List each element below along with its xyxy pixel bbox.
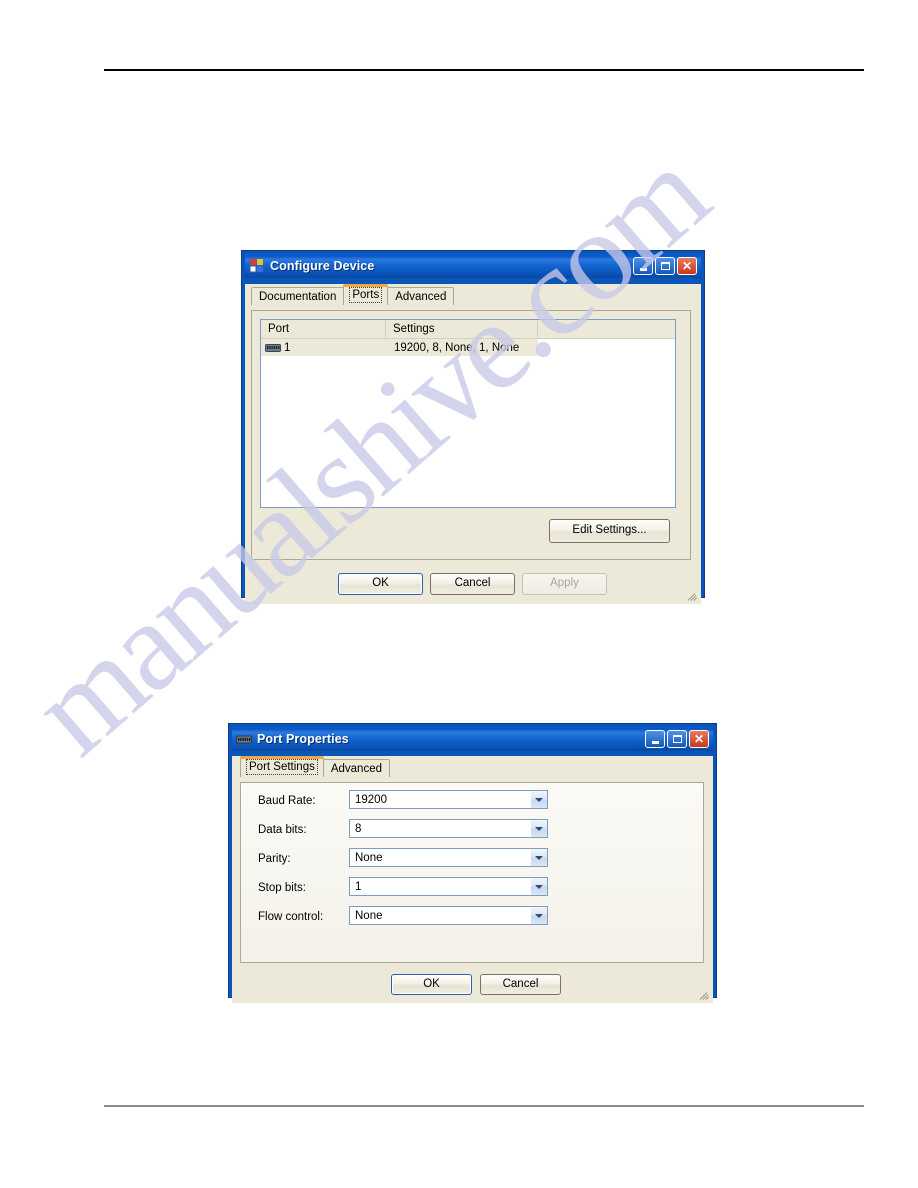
minimize-icon[interactable]: [645, 730, 665, 748]
port-settings-panel: Baud Rate: 19200 Data bits: 8 Parity: No…: [240, 782, 704, 963]
port-properties-titlebar[interactable]: Port Properties ✕: [232, 727, 713, 751]
parity-value: None: [355, 851, 383, 864]
chevron-down-icon[interactable]: [530, 878, 547, 895]
stop-bits-value: 1: [355, 880, 362, 893]
stop-bits-select[interactable]: 1: [349, 877, 548, 896]
close-icon[interactable]: ✕: [689, 730, 709, 748]
configure-device-body: Documentation Ports Advanced Port Settin…: [245, 284, 701, 604]
window-controls: ✕: [633, 257, 699, 275]
data-bits-label: Data bits:: [258, 824, 307, 836]
port-properties-window[interactable]: Port Properties ✕ Port Settings Advanced…: [228, 723, 717, 1003]
stop-bits-label: Stop bits:: [258, 882, 306, 894]
cell-settings: 19200, 8, None, 1, None: [394, 341, 520, 354]
serial-port-icon: [236, 731, 252, 747]
configure-device-window[interactable]: Configure Device ✕ Documentation Ports A…: [241, 250, 705, 604]
column-header-settings[interactable]: Settings: [386, 320, 538, 338]
flow-control-select[interactable]: None: [349, 906, 548, 925]
cancel-button[interactable]: Cancel: [430, 573, 515, 595]
edit-settings-button[interactable]: Edit Settings...: [549, 519, 670, 543]
configure-device-titlebar[interactable]: Configure Device ✕: [245, 254, 701, 278]
maximize-icon[interactable]: [667, 730, 687, 748]
resize-grip[interactable]: [687, 590, 699, 602]
ports-listview-header: Port Settings: [261, 320, 675, 339]
flow-control-label: Flow control:: [258, 911, 324, 923]
flow-control-value: None: [355, 909, 383, 922]
page-header-rule: [104, 69, 864, 71]
column-header-port[interactable]: Port: [261, 320, 386, 338]
chevron-down-icon[interactable]: [530, 849, 547, 866]
minimize-icon[interactable]: [633, 257, 653, 275]
data-bits-value: 8: [355, 822, 362, 835]
tab-advanced[interactable]: Advanced: [322, 759, 390, 777]
parity-select[interactable]: None: [349, 848, 548, 867]
cancel-button[interactable]: Cancel: [480, 974, 561, 995]
tab-documentation[interactable]: Documentation: [251, 287, 345, 305]
tab-port-settings[interactable]: Port Settings: [240, 756, 324, 777]
close-icon[interactable]: ✕: [677, 257, 697, 275]
chevron-down-icon[interactable]: [530, 820, 547, 837]
configure-device-title: Configure Device: [270, 259, 375, 273]
column-header-blank[interactable]: [538, 320, 675, 338]
ports-tab-panel: Port Settings 1 19200, 8, None, 1, None …: [251, 310, 691, 560]
ok-button[interactable]: OK: [338, 573, 423, 595]
page-footer-rule: [104, 1105, 864, 1107]
window-controls: ✕: [645, 730, 711, 748]
resize-grip[interactable]: [699, 989, 711, 1001]
tab-advanced[interactable]: Advanced: [387, 287, 455, 305]
ports-listview[interactable]: Port Settings 1 19200, 8, None, 1, None: [260, 319, 676, 508]
cell-port-text: 1: [284, 341, 291, 354]
chevron-down-icon[interactable]: [530, 907, 547, 924]
maximize-icon[interactable]: [655, 257, 675, 275]
port-properties-body: Port Settings Advanced Baud Rate: 19200 …: [232, 756, 713, 1003]
baud-rate-value: 19200: [355, 793, 387, 806]
configure-device-tabstrip: Documentation Ports Advanced: [245, 284, 701, 305]
color-blocks-icon: [249, 258, 265, 274]
tab-ports[interactable]: Ports: [343, 284, 389, 305]
parity-label: Parity:: [258, 853, 291, 865]
cell-port: 1: [261, 342, 386, 354]
data-bits-select[interactable]: 8: [349, 819, 548, 838]
port-properties-tabstrip: Port Settings Advanced: [232, 756, 713, 777]
serial-port-icon: [265, 343, 281, 353]
ok-button[interactable]: OK: [391, 974, 472, 995]
table-row[interactable]: 1 19200, 8, None, 1, None: [261, 339, 538, 356]
chevron-down-icon[interactable]: [530, 791, 547, 808]
baud-rate-select[interactable]: 19200: [349, 790, 548, 809]
baud-rate-label: Baud Rate:: [258, 795, 316, 807]
apply-button: Apply: [522, 573, 607, 595]
port-properties-title: Port Properties: [257, 732, 349, 746]
